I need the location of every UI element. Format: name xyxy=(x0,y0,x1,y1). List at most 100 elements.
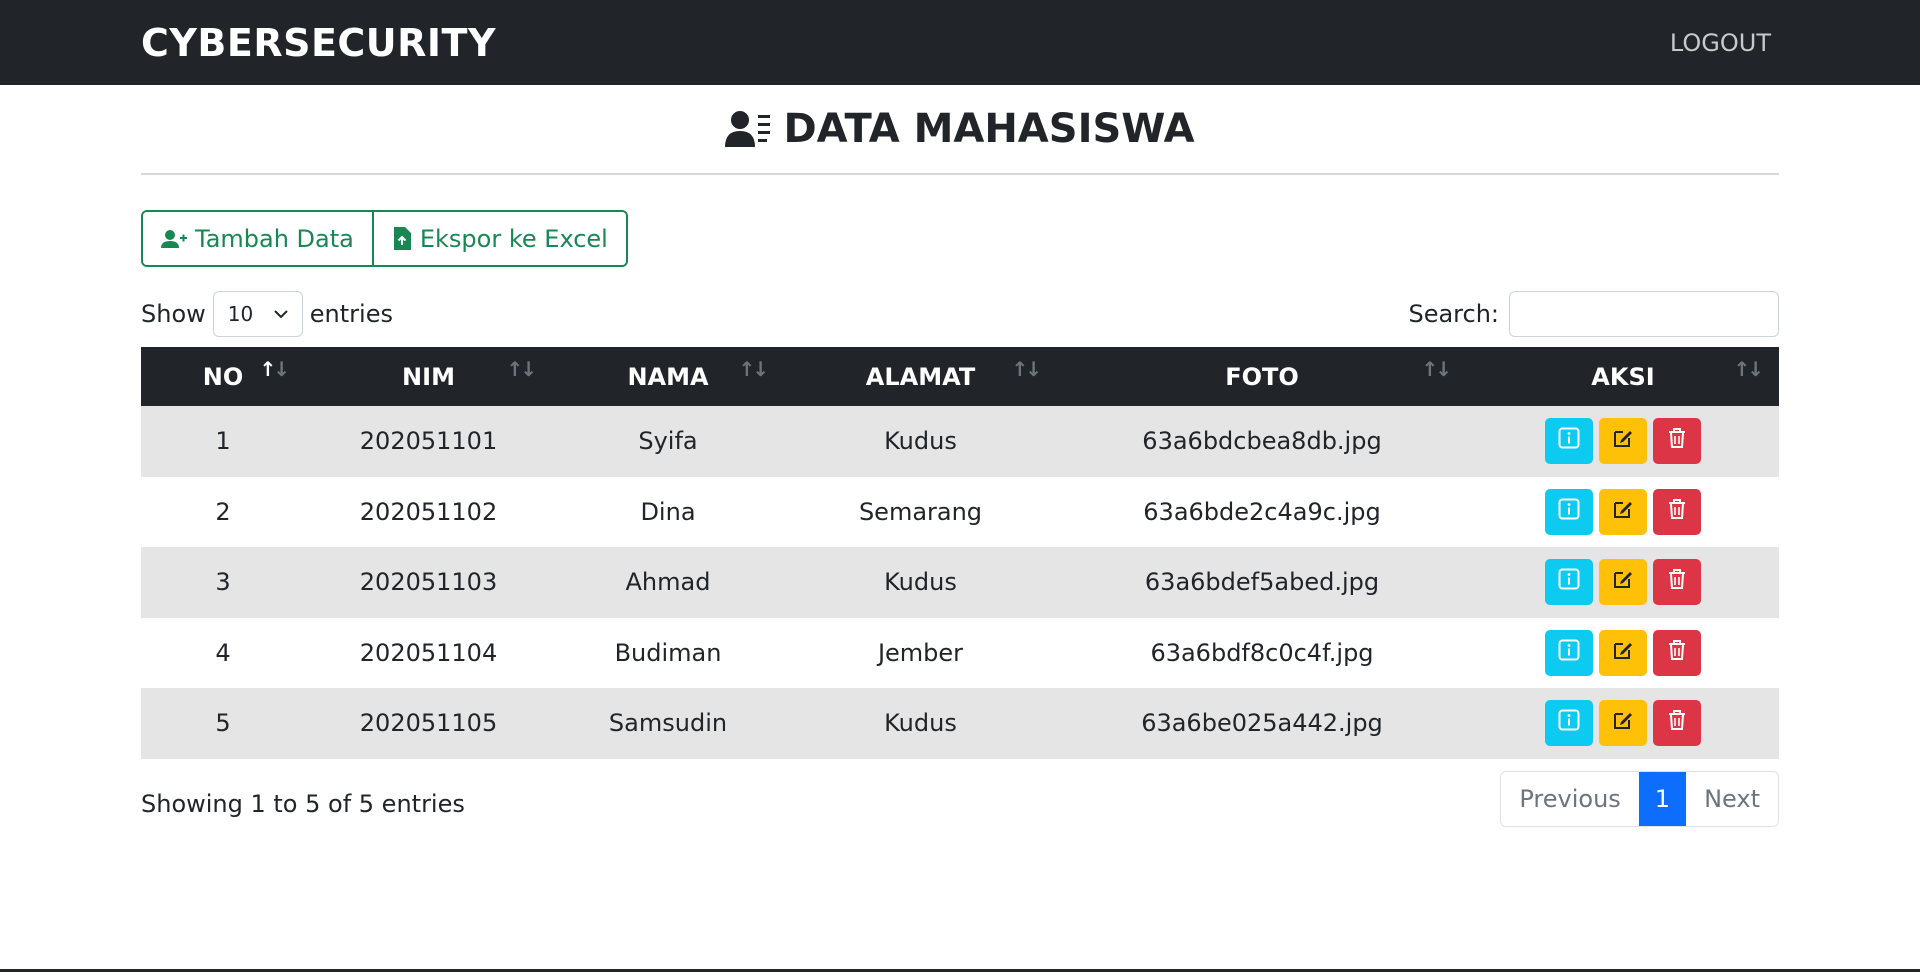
row-actions xyxy=(1467,629,1779,676)
column-header-no[interactable]: NO ↑↓ xyxy=(141,347,305,406)
navbar: CYBERSECURITY LOGOUT xyxy=(0,0,1920,85)
cell-nim: 202051101 xyxy=(359,427,498,456)
cell-alamat: Kudus xyxy=(884,427,957,456)
next-page-button[interactable]: Next xyxy=(1686,771,1778,826)
cell-nim: 202051103 xyxy=(359,568,498,597)
detail-button[interactable] xyxy=(1545,629,1593,676)
info-icon xyxy=(1558,709,1580,737)
delete-button[interactable] xyxy=(1653,629,1701,676)
info-icon xyxy=(1558,568,1580,596)
detail-button[interactable] xyxy=(1545,418,1593,465)
search-label: Search: xyxy=(1408,300,1499,328)
entries-label: entries xyxy=(309,300,393,328)
detail-button[interactable] xyxy=(1545,488,1593,535)
page-1-button[interactable]: 1 xyxy=(1638,771,1687,826)
cell-nim: 202051104 xyxy=(359,638,498,667)
column-header-foto[interactable]: FOTO ↑↓ xyxy=(1057,347,1467,406)
table-controls: Show 10 entries Search: xyxy=(141,291,1779,337)
edit-button[interactable] xyxy=(1599,629,1647,676)
cell-nama: Syifa xyxy=(638,427,698,456)
row-actions xyxy=(1467,559,1779,606)
delete-button[interactable] xyxy=(1653,418,1701,465)
cell-aksi xyxy=(1467,477,1779,548)
column-header-nim[interactable]: NIM ↑↓ xyxy=(305,347,552,406)
edit-icon xyxy=(1612,498,1634,526)
cell-aksi xyxy=(1467,406,1779,477)
action-button-group: Tambah Data Ekspor ke Excel xyxy=(141,210,628,267)
row-actions xyxy=(1467,488,1779,535)
cell-alamat: Semarang xyxy=(858,497,983,526)
cell-alamat: Jember xyxy=(877,638,964,667)
search-input[interactable] xyxy=(1509,291,1779,337)
students-table: NO ↑↓ NIM ↑↓ NAMA ↑↓ ALAMAT ↑↓ FOTO ↑↓ A… xyxy=(141,347,1779,759)
cell-no: 2 xyxy=(215,497,231,526)
row-actions xyxy=(1467,700,1779,747)
sort-icon: ↑↓ xyxy=(1011,357,1041,381)
cell-nim: 202051102 xyxy=(359,497,498,526)
detail-button[interactable] xyxy=(1545,700,1593,747)
cell-no: 4 xyxy=(215,638,231,667)
cell-nama: Budiman xyxy=(614,638,722,667)
show-label: Show xyxy=(141,300,206,328)
edit-button[interactable] xyxy=(1599,488,1647,535)
table-row: 1 202051101 Syifa Kudus 63a6bdcbea8db.jpg xyxy=(141,406,1779,477)
add-data-button[interactable]: Tambah Data xyxy=(143,212,372,265)
entries-select[interactable]: 10 xyxy=(212,291,303,337)
detail-button[interactable] xyxy=(1545,559,1593,606)
sort-icon: ↑↓ xyxy=(738,357,768,381)
edit-icon xyxy=(1612,709,1634,737)
cell-foto: 63a6be025a442.jpg xyxy=(1141,709,1383,738)
cell-nama: Ahmad xyxy=(625,568,711,597)
user-plus-icon xyxy=(161,229,187,248)
edit-button[interactable] xyxy=(1599,559,1647,606)
page-heading: DATA MAHASISWA xyxy=(141,85,1779,173)
delete-button[interactable] xyxy=(1653,700,1701,747)
trash-icon xyxy=(1667,639,1687,667)
edit-icon xyxy=(1612,639,1634,667)
cell-nama: Samsudin xyxy=(608,709,728,738)
export-excel-button[interactable]: Ekspor ke Excel xyxy=(371,212,626,265)
add-data-label: Tambah Data xyxy=(195,224,354,253)
user-list-icon xyxy=(725,111,771,147)
edit-button[interactable] xyxy=(1599,418,1647,465)
column-header-alamat[interactable]: ALAMAT ↑↓ xyxy=(784,347,1057,406)
cell-foto: 63a6bdf8c0c4f.jpg xyxy=(1150,638,1374,667)
trash-icon xyxy=(1667,709,1687,737)
table-footer: Showing 1 to 5 of 5 entries Previous 1 N… xyxy=(141,770,1779,827)
logout-link[interactable]: LOGOUT xyxy=(1670,29,1771,57)
edit-icon xyxy=(1612,568,1634,596)
column-header-nama[interactable]: NAMA ↑↓ xyxy=(552,347,784,406)
sort-icon: ↑↓ xyxy=(259,357,289,381)
cell-nim: 202051105 xyxy=(359,709,498,738)
brand-title[interactable]: CYBERSECURITY xyxy=(141,21,496,65)
cell-aksi xyxy=(1467,688,1779,759)
table-row: 4 202051104 Budiman Jember 63a6bdf8c0c4f.jpg xyxy=(141,618,1779,689)
table-body: 1 202051101 Syifa Kudus 63a6bdcbea8db.jpg 2 20… xyxy=(141,406,1779,759)
file-export-icon xyxy=(393,226,411,250)
column-header-aksi[interactable]: AKSI ↑↓ xyxy=(1467,347,1779,406)
cell-no: 3 xyxy=(215,568,231,597)
page-title: DATA MAHASISWA xyxy=(783,106,1195,152)
delete-button[interactable] xyxy=(1653,559,1701,606)
edit-button[interactable] xyxy=(1599,700,1647,747)
search-area: Search: xyxy=(1408,291,1779,337)
previous-page-button[interactable]: Previous xyxy=(1501,771,1639,826)
info-icon xyxy=(1558,639,1580,667)
delete-button[interactable] xyxy=(1653,488,1701,535)
trash-icon xyxy=(1667,427,1687,455)
cell-foto: 63a6bdef5abed.jpg xyxy=(1144,568,1380,597)
trash-icon xyxy=(1667,498,1687,526)
sort-icon: ↑↓ xyxy=(1733,357,1763,381)
entries-info: Showing 1 to 5 of 5 entries xyxy=(141,789,465,818)
edit-icon xyxy=(1612,427,1634,455)
cell-foto: 63a6bde2c4a9c.jpg xyxy=(1143,497,1381,526)
pagination: Previous 1 Next xyxy=(1500,770,1779,827)
sort-icon: ↑↓ xyxy=(1421,357,1451,381)
chevron-down-icon xyxy=(274,310,288,319)
trash-icon xyxy=(1667,568,1687,596)
table-row: 3 202051103 Ahmad Kudus 63a6bdef5abed.jpg xyxy=(141,547,1779,618)
cell-foto: 63a6bdcbea8db.jpg xyxy=(1142,427,1382,456)
title-divider xyxy=(141,173,1779,175)
info-icon xyxy=(1558,498,1580,526)
cell-aksi xyxy=(1467,547,1779,618)
